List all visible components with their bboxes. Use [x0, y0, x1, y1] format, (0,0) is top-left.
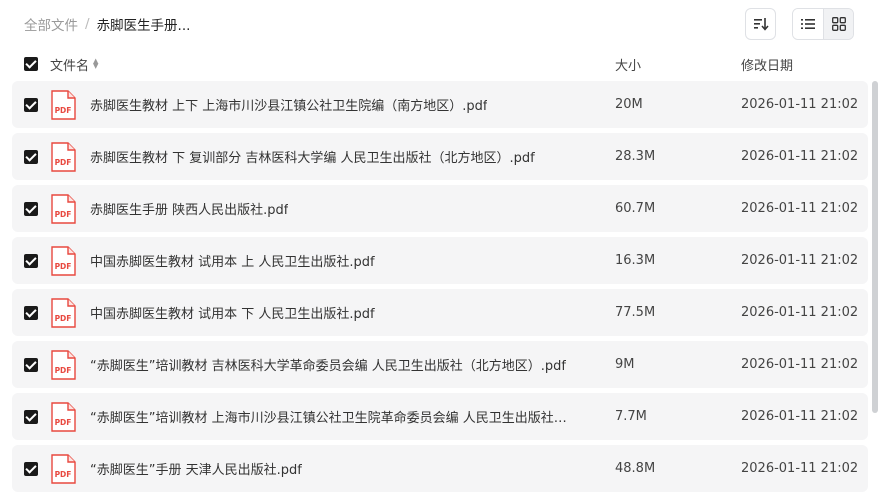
breadcrumb-separator: /: [85, 16, 90, 32]
row-checkbox[interactable]: [24, 97, 38, 112]
breadcrumb: 全部文件 / 赤脚医生手册...: [24, 14, 190, 34]
pdf-icon: PDF: [51, 349, 76, 380]
file-name-cell: PDF “赤脚医生”培训教材 上海市川沙县江镇公社卫生院革命委员会编 人民卫生出…: [50, 401, 615, 432]
list-view-button[interactable]: [793, 9, 823, 39]
row-select-cell: [12, 149, 50, 164]
svg-text:PDF: PDF: [55, 314, 72, 323]
sort-arrows-icon: ▲ ▼: [93, 57, 99, 70]
row-select-cell: [12, 253, 50, 268]
breadcrumb-current-folder: 赤脚医生手册...: [96, 18, 191, 34]
file-name[interactable]: 赤脚医生教材 上下 上海市川沙县江镇公社卫生院编（南方地区）.pdf: [90, 95, 487, 114]
row-checkbox[interactable]: [24, 409, 38, 424]
date-column-header: 修改日期: [741, 58, 794, 74]
pdf-icon: PDF: [51, 141, 76, 172]
file-name[interactable]: “赤脚医生”培训教材 吉林医科大学革命委员会编 人民卫生出版社（北方地区）.pd…: [90, 355, 566, 374]
view-mode-toggle: [792, 8, 854, 40]
table-row[interactable]: PDF 赤脚医生教材 上下 上海市川沙县江镇公社卫生院编（南方地区）.pdf 2…: [12, 81, 868, 128]
select-all-cell: [12, 57, 50, 71]
table-row[interactable]: PDF “赤脚医生”培训教材 吉林医科大学革命委员会编 人民卫生出版社（北方地区…: [12, 341, 868, 388]
file-name[interactable]: “赤脚医生”手册 天津人民出版社.pdf: [90, 459, 302, 478]
name-header-label: 文件名: [50, 58, 90, 74]
file-list: PDF 赤脚医生教材 上下 上海市川沙县江镇公社卫生院编（南方地区）.pdf 2…: [12, 81, 868, 497]
file-name[interactable]: “赤脚医生”培训教材 上海市川沙县江镇公社卫生院革命委员会编 人民卫生出版社（南…: [90, 407, 570, 426]
table-row[interactable]: PDF 中国赤脚医生教材 试用本 上 人民卫生出版社.pdf 16.3M 202…: [12, 237, 868, 284]
name-column-header[interactable]: 文件名 ▲ ▼: [50, 55, 615, 74]
file-modified-date: 2026-01-11 21:02: [741, 97, 859, 112]
file-name-cell: PDF 赤脚医生手册 陕西人民出版社.pdf: [50, 193, 615, 224]
pdf-icon: PDF: [51, 193, 76, 224]
sort-descending-icon: [753, 18, 769, 31]
pdf-icon: PDF: [51, 245, 76, 276]
row-checkbox[interactable]: [24, 357, 38, 372]
file-size: 9M: [615, 357, 635, 372]
file-size: 60.7M: [615, 201, 656, 216]
sort-button[interactable]: [745, 8, 776, 40]
grid-view-button[interactable]: [823, 9, 853, 39]
table-row[interactable]: PDF “赤脚医生”培训教材 上海市川沙县江镇公社卫生院革命委员会编 人民卫生出…: [12, 393, 868, 440]
pdf-icon: PDF: [51, 297, 76, 328]
vertical-scrollbar[interactable]: [872, 81, 878, 413]
size-column-header: 大小: [615, 58, 642, 74]
file-name-cell: PDF 赤脚医生教材 下 复训部分 吉林医科大学编 人民卫生出版社（北方地区）.…: [50, 141, 615, 172]
svg-text:PDF: PDF: [55, 210, 72, 219]
row-select-cell: [12, 305, 50, 320]
file-modified-date: 2026-01-11 21:02: [741, 461, 859, 476]
file-size: 28.3M: [615, 149, 656, 164]
file-name-cell: PDF 中国赤脚医生教材 试用本 下 人民卫生出版社.pdf: [50, 297, 615, 328]
pdf-icon: PDF: [51, 401, 76, 432]
row-checkbox[interactable]: [24, 149, 38, 164]
file-size: 48.8M: [615, 461, 656, 476]
row-checkbox[interactable]: [24, 253, 38, 268]
svg-text:PDF: PDF: [55, 262, 72, 271]
svg-text:PDF: PDF: [55, 470, 72, 479]
file-modified-date: 2026-01-11 21:02: [741, 357, 859, 372]
pdf-icon: PDF: [51, 453, 76, 484]
file-name[interactable]: 中国赤脚医生教材 试用本 下 人民卫生出版社.pdf: [90, 303, 375, 322]
file-size: 7.7M: [615, 409, 647, 424]
pdf-icon: PDF: [51, 89, 76, 120]
row-checkbox[interactable]: [24, 201, 38, 216]
view-toolbar: [745, 8, 854, 40]
svg-text:PDF: PDF: [55, 366, 72, 375]
file-name-cell: PDF 中国赤脚医生教材 试用本 上 人民卫生出版社.pdf: [50, 245, 615, 276]
file-name[interactable]: 赤脚医生手册 陕西人民出版社.pdf: [90, 199, 288, 218]
file-name-cell: PDF 赤脚医生教材 上下 上海市川沙县江镇公社卫生院编（南方地区）.pdf: [50, 89, 615, 120]
file-size: 16.3M: [615, 253, 656, 268]
file-name[interactable]: 赤脚医生教材 下 复训部分 吉林医科大学编 人民卫生出版社（北方地区）.pdf: [90, 147, 535, 166]
row-checkbox[interactable]: [24, 305, 38, 320]
table-row[interactable]: PDF 赤脚医生手册 陕西人民出版社.pdf 60.7M 2026-01-11 …: [12, 185, 868, 232]
select-all-checkbox[interactable]: [24, 57, 38, 71]
file-name-cell: PDF “赤脚医生”培训教材 吉林医科大学革命委员会编 人民卫生出版社（北方地区…: [50, 349, 615, 380]
breadcrumb-root-link[interactable]: 全部文件: [24, 14, 78, 34]
svg-text:PDF: PDF: [55, 418, 72, 427]
table-header: 文件名 ▲ ▼ 大小 修改日期: [12, 52, 866, 76]
file-name-cell: PDF “赤脚医生”手册 天津人民出版社.pdf: [50, 453, 615, 484]
row-select-cell: [12, 201, 50, 216]
table-row[interactable]: PDF 赤脚医生教材 下 复训部分 吉林医科大学编 人民卫生出版社（北方地区）.…: [12, 133, 868, 180]
grid-view-icon: [831, 17, 846, 31]
svg-text:PDF: PDF: [55, 106, 72, 115]
row-select-cell: [12, 461, 50, 476]
file-name[interactable]: 中国赤脚医生教材 试用本 上 人民卫生出版社.pdf: [90, 251, 375, 270]
file-modified-date: 2026-01-11 21:02: [741, 409, 859, 424]
row-checkbox[interactable]: [24, 461, 38, 476]
row-select-cell: [12, 97, 50, 112]
file-size: 20M: [615, 97, 643, 112]
row-select-cell: [12, 357, 50, 372]
svg-text:PDF: PDF: [55, 158, 72, 167]
file-modified-date: 2026-01-11 21:02: [741, 149, 859, 164]
file-size: 77.5M: [615, 305, 656, 320]
table-row[interactable]: PDF 中国赤脚医生教材 试用本 下 人民卫生出版社.pdf 77.5M 202…: [12, 289, 868, 336]
list-view-icon: [801, 19, 815, 29]
table-row[interactable]: PDF “赤脚医生”手册 天津人民出版社.pdf 48.8M 2026-01-1…: [12, 445, 868, 492]
row-select-cell: [12, 409, 50, 424]
file-modified-date: 2026-01-11 21:02: [741, 305, 859, 320]
file-modified-date: 2026-01-11 21:02: [741, 201, 859, 216]
file-modified-date: 2026-01-11 21:02: [741, 253, 859, 268]
